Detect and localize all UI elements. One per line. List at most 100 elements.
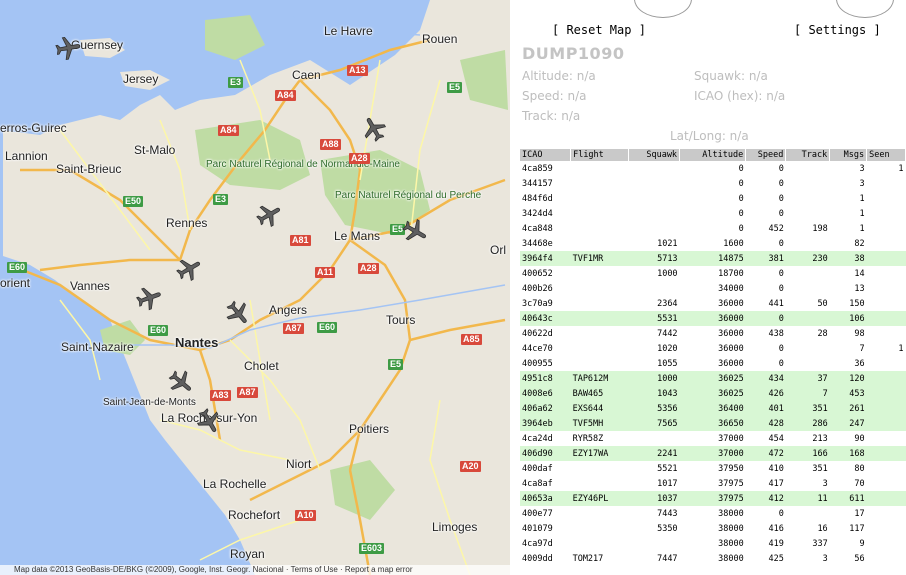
airplane-icon xyxy=(226,300,247,323)
table-row[interactable]: 4009dd TOM217 7447 38000 425 3 56 xyxy=(520,551,906,566)
cell-track: 3 xyxy=(822,553,828,564)
cell-icao: 4ca848 xyxy=(522,223,553,234)
city-label: Nantes xyxy=(175,335,219,350)
cell-track xyxy=(786,281,830,296)
aircraft-marker[interactable] xyxy=(136,285,162,311)
city-label: Cholet xyxy=(244,359,279,373)
table-row[interactable]: 40622d 7442 36000 438 28 98 xyxy=(520,326,906,341)
table-row[interactable]: 44ce70 1020 36000 0 7 1 xyxy=(520,341,906,356)
airplane-icon xyxy=(176,259,201,282)
table-row[interactable]: 40643c 5531 36000 0 106 xyxy=(520,311,906,326)
cell-track: 230 xyxy=(785,251,830,266)
column-header-flight[interactable]: Flight xyxy=(570,149,630,161)
table-header-row: ICAO Flight Squawk Altitude Speed Track … xyxy=(520,149,906,161)
table-row[interactable]: 4ca97d 38000 419 337 9 xyxy=(520,536,906,551)
table-row[interactable]: 4008e6 BAW465 1043 36025 426 7 453 xyxy=(520,386,906,401)
column-header-seen[interactable]: Seen xyxy=(866,149,906,161)
cell-squawk: 1000 xyxy=(657,268,678,279)
cell-flight xyxy=(571,206,629,221)
cell-msgs: 82 xyxy=(854,238,865,249)
altitude-field: Altitude: n/a xyxy=(522,69,596,83)
road-badge: E60 xyxy=(7,262,28,273)
cell-track: 351 xyxy=(785,401,830,416)
table-row[interactable]: 344157 0 0 3 xyxy=(520,176,906,191)
compass-gauge xyxy=(634,0,692,18)
airplane-icon xyxy=(196,408,219,433)
column-header-squawk[interactable]: Squawk xyxy=(628,149,681,161)
cell-seen xyxy=(866,416,906,431)
cell-squawk: 1020 xyxy=(657,343,678,354)
aircraft-marker[interactable] xyxy=(402,218,428,244)
cell-icao: 4ca97d xyxy=(522,538,553,549)
settings-button[interactable]: [ Settings ] xyxy=(794,23,881,37)
table-row[interactable]: 4951c8 TAP612M 1000 36025 434 37 120 xyxy=(520,371,906,386)
aircraft-marker[interactable] xyxy=(225,300,251,326)
cell-seen xyxy=(866,446,906,461)
road-badge: A88 xyxy=(320,139,341,150)
reset-map-button[interactable]: [ Reset Map ] xyxy=(552,23,646,37)
cell-track: 337 xyxy=(812,538,828,549)
cell-msgs: 38 xyxy=(829,251,867,266)
cell-msgs: 90 xyxy=(854,433,865,444)
table-row[interactable]: 400e77 7443 38000 0 17 xyxy=(520,506,906,521)
cell-altitude: 38000 xyxy=(718,523,744,534)
table-row[interactable]: 40653a EZY46PL 1037 37975 412 11 611 xyxy=(520,491,906,506)
table-row[interactable]: 406a62 EXS644 5356 36400 401 351 261 xyxy=(520,401,906,416)
airplane-icon xyxy=(402,218,427,241)
aircraft-marker[interactable] xyxy=(55,35,81,61)
cell-squawk xyxy=(629,431,680,446)
table-row[interactable]: 3964eb TVF5MH 7565 36650 428 286 247 xyxy=(520,416,906,431)
cell-msgs: 453 xyxy=(829,386,867,401)
cell-track: 198 xyxy=(812,223,828,234)
aircraft-marker[interactable] xyxy=(168,369,194,395)
aircraft-table-body: 4ca859 0 0 3 1 344157 0 0 3 484f6d 0 0 1 3424d4 0 0 1 4ca… xyxy=(520,161,906,566)
table-row[interactable]: 3424d4 0 0 1 xyxy=(520,206,906,221)
cell-icao: 406a62 xyxy=(520,401,571,416)
cell-squawk: 1055 xyxy=(657,358,678,369)
column-header-altitude[interactable]: Altitude xyxy=(679,149,747,161)
aircraft-marker[interactable] xyxy=(176,256,202,282)
cell-flight: TAP612M xyxy=(570,371,629,386)
cell-seen xyxy=(867,281,906,296)
table-row[interactable]: 4ca8af 1017 37975 417 3 70 xyxy=(520,476,906,491)
cell-squawk: 2241 xyxy=(628,446,680,461)
aircraft-marker[interactable] xyxy=(361,116,387,142)
table-row[interactable]: 34468e 1021 1600 0 82 xyxy=(520,236,906,251)
table-row[interactable]: 401079 5350 38000 416 16 117 xyxy=(520,521,906,536)
road-badge: A13 xyxy=(347,65,368,76)
aircraft-marker[interactable] xyxy=(256,202,282,228)
cell-track xyxy=(786,236,830,251)
table-row[interactable]: 484f6d 0 0 1 xyxy=(520,191,906,206)
info-panel: [ Reset Map ] [ Settings ] DUMP1090 Alti… xyxy=(510,0,906,575)
cell-speed: 0 xyxy=(778,193,784,204)
table-row[interactable]: 3c70a9 2364 36000 441 50 150 xyxy=(520,296,906,311)
table-row[interactable]: 400daf 5521 37950 410 351 80 xyxy=(520,461,906,476)
column-header-msgs[interactable]: Msgs xyxy=(829,149,868,161)
cell-track: 7 xyxy=(785,386,830,401)
cell-seen xyxy=(867,191,906,206)
cell-speed: 0 xyxy=(778,238,784,249)
table-row[interactable]: 400652 1000 18700 0 14 xyxy=(520,266,906,281)
table-row[interactable]: 400955 1055 36000 0 36 xyxy=(520,356,906,371)
cell-track xyxy=(786,266,830,281)
cell-flight xyxy=(571,476,629,491)
table-row[interactable]: 406d90 EZY17WA 2241 37000 472 166 168 xyxy=(520,446,906,461)
cell-speed: 419 xyxy=(768,538,784,549)
column-header-speed[interactable]: Speed xyxy=(745,149,787,161)
aircraft-marker[interactable] xyxy=(196,408,222,434)
table-row[interactable]: 400b26 34000 0 13 xyxy=(520,281,906,296)
city-label: Le Havre xyxy=(324,24,373,38)
map-view[interactable]: Guernsey Jersey Le Havre Rouen Caen erro… xyxy=(0,0,510,575)
column-header-icao[interactable]: ICAO xyxy=(520,149,572,161)
airplane-icon xyxy=(55,36,81,60)
table-row[interactable]: 4ca24d RYR58Z 37000 454 213 90 xyxy=(520,431,906,446)
cell-flight: TVF1MR xyxy=(570,251,629,266)
city-label: Caen xyxy=(292,68,321,82)
city-label: Limoges xyxy=(432,520,478,534)
column-header-track[interactable]: Track xyxy=(785,149,831,161)
cell-icao: 3964eb xyxy=(520,416,571,431)
cell-altitude: 36000 xyxy=(718,298,744,309)
table-row[interactable]: 4ca848 0 452 198 1 xyxy=(520,221,906,236)
table-row[interactable]: 4ca859 0 0 3 1 xyxy=(520,161,906,176)
table-row[interactable]: 3964f4 TVF1MR 5713 14875 381 230 38 xyxy=(520,251,906,266)
